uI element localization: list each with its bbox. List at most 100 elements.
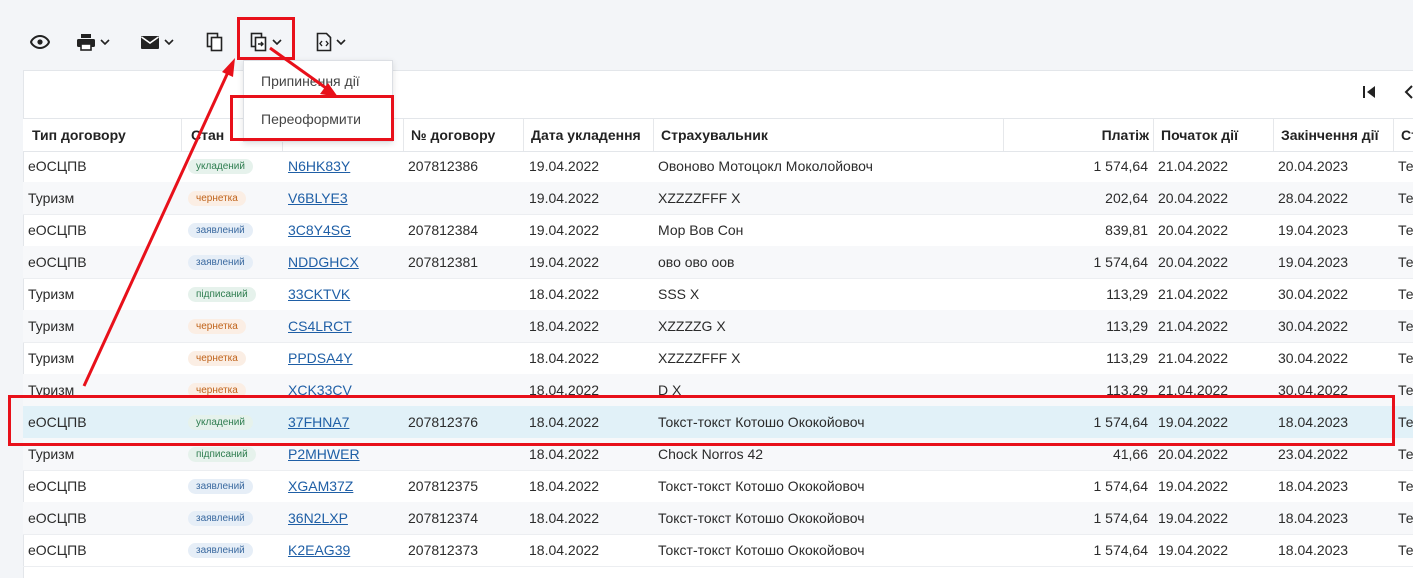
- contract-code-link[interactable]: 33CKTVK: [288, 278, 350, 310]
- reissue-icon: [250, 32, 267, 52]
- cell-date: 18.04.2022: [529, 510, 600, 526]
- chevron-down-icon: [336, 39, 346, 45]
- cell-end: 19.04.2023: [1278, 222, 1349, 238]
- table-row[interactable]: Туризм підписаний 33CKTVK 18.04.2022 SSS X 11…: [23, 278, 1413, 311]
- view-button[interactable]: [30, 28, 50, 56]
- prev-page-button[interactable]: [1404, 84, 1413, 103]
- menu-item-reissue[interactable]: Переоформити: [244, 101, 392, 137]
- column-separator[interactable]: [1393, 119, 1394, 151]
- table-row[interactable]: еОСЦПВ заявлений 3C8Y4SG 207812384 19.04.202…: [23, 214, 1413, 247]
- contract-code-link[interactable]: 37FHNA7: [288, 406, 349, 438]
- cell-payment: 1 574,64: [1093, 510, 1149, 526]
- reissue-menu-button[interactable]: [250, 28, 282, 56]
- contract-code-link[interactable]: NDDGHCX: [288, 246, 359, 278]
- first-page-button[interactable]: [1362, 84, 1376, 103]
- copy-button[interactable]: [206, 28, 224, 56]
- cell-date: 18.04.2022: [529, 350, 600, 366]
- cell-end: 30.04.2022: [1278, 350, 1349, 366]
- cell-date: 19.04.2022: [529, 190, 600, 206]
- code-file-icon: [316, 32, 332, 52]
- contract-code-link[interactable]: V6BLYE3: [288, 182, 348, 214]
- cell-payment: 202,64: [1105, 190, 1148, 206]
- table-row[interactable]: еОСЦПВ укладений 37FHNA7 207812376 18.04.202…: [23, 406, 1413, 439]
- table-row[interactable]: Туризм підписаний P2MHWER 18.04.2022 Chock N…: [23, 438, 1413, 471]
- contract-code-link[interactable]: XGAM37Z: [288, 470, 353, 502]
- cell-date: 18.04.2022: [529, 542, 600, 558]
- cell-number: 207812381: [408, 254, 479, 270]
- cell-start: 21.04.2022: [1158, 382, 1229, 398]
- cell-start: 19.04.2022: [1158, 414, 1229, 430]
- column-separator[interactable]: [1273, 119, 1274, 151]
- cell-payment: 1 574,64: [1093, 542, 1149, 558]
- column-separator[interactable]: [1153, 119, 1154, 151]
- table-row[interactable]: Туризм чернетка CS4LRCT 18.04.2022 XZZZZG X 1…: [23, 310, 1413, 343]
- status-badge: чернетка: [188, 383, 246, 398]
- cell-date: 18.04.2022: [529, 382, 600, 398]
- status-badge: заявлений: [188, 543, 253, 558]
- export-button[interactable]: [316, 28, 346, 56]
- cell-type: Туризм: [28, 350, 75, 366]
- table-row[interactable]: еОСЦПВ заявлений XGAM37Z 207812375 18.04.202…: [23, 470, 1413, 503]
- table-header: Тип договору Стан № договору Дата укладення…: [23, 118, 1413, 152]
- contract-code-link[interactable]: CS4LRCT: [288, 310, 352, 342]
- contract-code-link[interactable]: XCK33CV: [288, 374, 352, 406]
- print-button[interactable]: [76, 28, 110, 56]
- cell-date: 19.04.2022: [529, 158, 600, 174]
- table-row[interactable]: Туризм чернетка XCK33CV 18.04.2022 D X 113,29…: [23, 374, 1413, 407]
- header-col-payment[interactable]: Платіж: [1102, 119, 1149, 151]
- eye-icon: [30, 35, 50, 49]
- cell-end: 23.04.2022: [1278, 446, 1349, 462]
- column-separator[interactable]: [403, 119, 404, 151]
- cell-payment: 1 574,64: [1093, 478, 1149, 494]
- email-button[interactable]: [140, 28, 174, 56]
- table-row[interactable]: еОСЦПВ укладений N6HK83Y 207812386 19.04.202…: [23, 150, 1413, 183]
- cell-type: еОСЦПВ: [28, 478, 87, 494]
- cell-number: 207812384: [408, 222, 479, 238]
- table-row[interactable]: Туризм чернетка PPDSA4Y 18.04.2022 XZZZZFFF …: [23, 342, 1413, 375]
- column-separator[interactable]: [653, 119, 654, 151]
- cell-number: 207812386: [408, 158, 479, 174]
- cell-date: 18.04.2022: [529, 318, 600, 334]
- header-col-start[interactable]: Початок дії: [1161, 119, 1238, 151]
- cell-number: 207812374: [408, 510, 479, 526]
- cell-date: 18.04.2022: [529, 286, 600, 302]
- contract-code-link[interactable]: PPDSA4Y: [288, 342, 353, 374]
- column-separator[interactable]: [1003, 119, 1004, 151]
- table-row[interactable]: Туризм чернетка V6BLYE3 19.04.2022 XZZZZFFF …: [23, 182, 1413, 215]
- cell-start: 19.04.2022: [1158, 478, 1229, 494]
- cell-insurer: Токст-токст Котошо Ококойовоч: [658, 510, 865, 526]
- header-col-type[interactable]: Тип договору: [32, 119, 126, 151]
- cell-start: 21.04.2022: [1158, 158, 1229, 174]
- printer-icon: [77, 34, 95, 51]
- contract-code-link[interactable]: K2EAG39: [288, 534, 350, 566]
- cell-payment: 839,81: [1105, 222, 1148, 238]
- cell-type: еОСЦПВ: [28, 414, 87, 430]
- table-row[interactable]: еОСЦПВ заявлений K2EAG39 207812373 18.04.202…: [23, 534, 1413, 567]
- contract-code-link[interactable]: 3C8Y4SG: [288, 214, 351, 246]
- column-separator[interactable]: [523, 119, 524, 151]
- cell-insurer: XZZZZFFF X: [658, 350, 741, 366]
- cell-number: 207812376: [408, 414, 479, 430]
- column-separator[interactable]: [181, 119, 182, 151]
- contract-code-link[interactable]: 36N2LXP: [288, 502, 348, 534]
- header-col-insurer[interactable]: Страхувальник: [661, 119, 768, 151]
- cell-start: 20.04.2022: [1158, 254, 1229, 270]
- header-col-extra[interactable]: Ст: [1401, 119, 1413, 151]
- header-col-end[interactable]: Закінчення дії: [1281, 119, 1379, 151]
- contract-code-link[interactable]: N6HK83Y: [288, 150, 350, 182]
- header-col-number[interactable]: № договору: [411, 119, 495, 151]
- cell-insurer: SSS X: [658, 286, 700, 302]
- cell-extra: Те: [1398, 350, 1413, 366]
- header-col-date[interactable]: Дата укладення: [531, 119, 641, 151]
- cell-payment: 41,66: [1112, 446, 1148, 462]
- cell-payment: 1 574,64: [1093, 414, 1149, 430]
- cell-extra: Те: [1398, 510, 1413, 526]
- table-row[interactable]: еОСЦПВ заявлений 36N2LXP 207812374 18.04.202…: [23, 502, 1413, 535]
- header-col-status[interactable]: Стан: [191, 119, 224, 151]
- menu-item-terminate[interactable]: Припинення дії: [244, 63, 392, 99]
- cell-end: 30.04.2022: [1278, 382, 1349, 398]
- cell-date: 18.04.2022: [529, 446, 600, 462]
- table-row[interactable]: еОСЦПВ заявлений NDDGHCX 207812381 19.04.202…: [23, 246, 1413, 279]
- contract-code-link[interactable]: P2MHWER: [288, 438, 360, 470]
- cell-number: 207812373: [408, 542, 479, 558]
